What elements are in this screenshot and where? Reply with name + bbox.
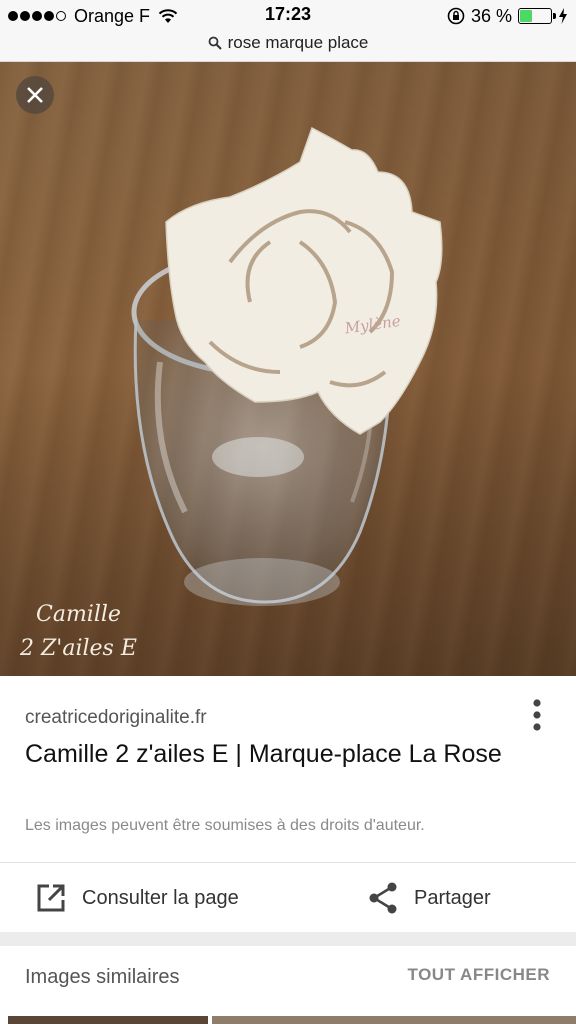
rotation-lock-icon <box>447 7 465 25</box>
search-query: rose marque place <box>227 33 369 52</box>
section-divider <box>0 932 576 946</box>
result-title[interactable]: Camille 2 z'ailes E | Marque-place La Ro… <box>25 736 515 772</box>
result-info: creatricedoriginalite.fr Camille 2 z'ail… <box>0 676 576 862</box>
search-icon <box>208 36 222 50</box>
more-vert-icon[interactable] <box>528 698 546 732</box>
open-page-button[interactable]: Consulter la page <box>36 863 239 933</box>
close-icon <box>27 87 43 103</box>
status-bar: Orange F 17:23 36 % <box>0 4 576 28</box>
result-domain[interactable]: creatricedoriginalite.fr <box>25 707 207 729</box>
top-bar: Orange F 17:23 36 % rose marque place <box>0 0 576 62</box>
similar-images-section: Images similaires TOUT AFFICHER <box>0 946 576 1024</box>
watermark-line1: Camille <box>36 602 121 627</box>
similar-thumbnail[interactable] <box>212 1016 576 1024</box>
open-page-label: Consulter la page <box>82 886 239 909</box>
action-bar: Consulter la page Partager <box>0 862 576 932</box>
close-button[interactable] <box>16 76 54 114</box>
watermark-line2: 2 Z'ailes E <box>19 636 137 661</box>
battery-percent: 36 % <box>470 5 512 26</box>
preview-image[interactable]: Mylène Camille 2 Z'ailes E <box>0 62 576 676</box>
share-icon <box>369 882 397 914</box>
share-button[interactable]: Partager <box>368 863 491 933</box>
show-all-link[interactable]: TOUT AFFICHER <box>408 965 551 985</box>
similar-thumbnails <box>0 1016 576 1024</box>
charging-bolt-icon <box>559 8 567 24</box>
similar-images-heading: Images similaires <box>25 966 180 988</box>
battery-icon <box>518 8 556 24</box>
similar-thumbnail[interactable] <box>8 1016 208 1024</box>
url-bar[interactable]: rose marque place <box>0 30 576 56</box>
copyright-notice: Les images peuvent être soumises à des d… <box>25 817 425 834</box>
rose-place-card-photo: Mylène <box>0 62 576 676</box>
share-label: Partager <box>414 886 491 909</box>
status-right: 36 % <box>447 4 568 28</box>
watermark-logo: Camille 2 Z'ailes E <box>19 602 137 661</box>
open-in-new-icon <box>37 884 65 912</box>
